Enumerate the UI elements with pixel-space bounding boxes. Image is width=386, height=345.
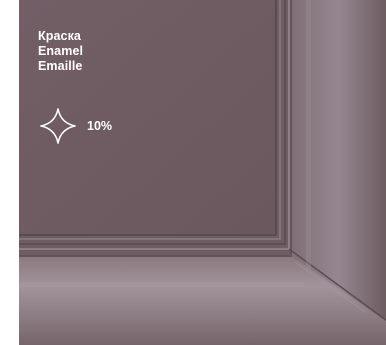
label-fr: Emaille [38, 59, 83, 73]
gloss-value: 10% [87, 119, 113, 133]
material-labels: Краска Enamel Emaille [38, 29, 83, 74]
gloss-level: 10% [39, 107, 112, 145]
swatch-card: Краска Enamel Emaille 10% [0, 0, 386, 345]
sparkle-icon [40, 108, 76, 144]
label-ru: Краска [38, 29, 81, 43]
label-en: Enamel [38, 44, 84, 58]
